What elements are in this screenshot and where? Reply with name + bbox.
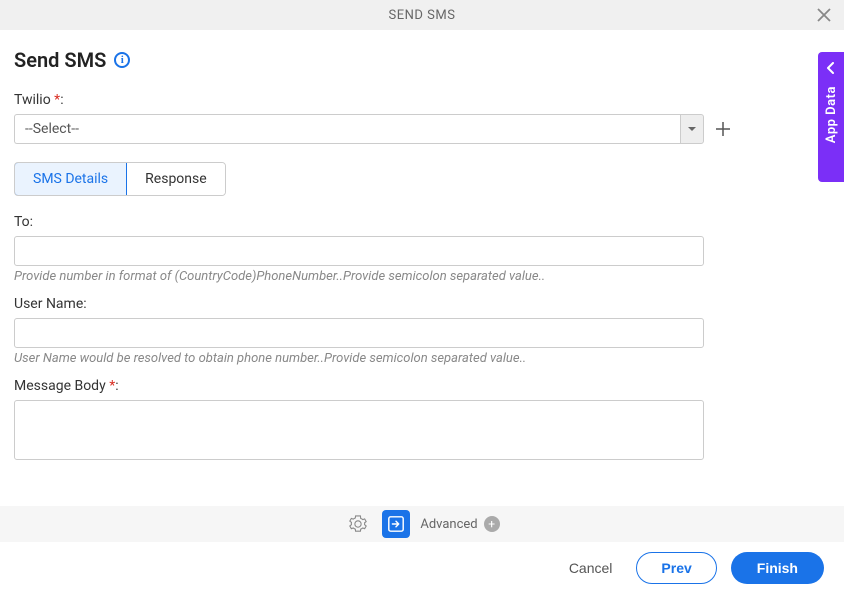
to-group: To: Provide number in format of (Country… bbox=[14, 214, 830, 284]
toolbar-footer: Advanced + bbox=[0, 506, 844, 542]
dialog-header: SEND SMS bbox=[0, 0, 844, 30]
tabs: SMS Details Response bbox=[14, 162, 226, 196]
advanced-toggle[interactable]: Advanced + bbox=[420, 516, 499, 532]
to-input[interactable] bbox=[14, 236, 704, 266]
message-body-group: Message Body *: bbox=[14, 378, 830, 464]
settings-button[interactable] bbox=[344, 510, 372, 538]
plus-icon bbox=[716, 122, 730, 136]
page-title: Send SMS bbox=[14, 48, 106, 72]
side-panel-label: App Data bbox=[824, 86, 839, 143]
required-marker: * bbox=[54, 92, 60, 108]
twilio-select[interactable]: --Select-- bbox=[14, 114, 704, 144]
close-button[interactable] bbox=[816, 7, 832, 23]
button-footer: Cancel Prev Finish bbox=[0, 542, 844, 594]
gear-icon bbox=[349, 515, 367, 533]
twilio-select-row: --Select-- bbox=[14, 114, 830, 144]
prev-button[interactable]: Prev bbox=[636, 552, 716, 584]
chevron-left-icon bbox=[825, 62, 837, 74]
to-helper: Provide number in format of (CountryCode… bbox=[14, 269, 830, 284]
to-label: To: bbox=[14, 214, 830, 230]
required-marker: * bbox=[109, 378, 115, 394]
username-input[interactable] bbox=[14, 318, 704, 348]
twilio-label: Twilio *: bbox=[14, 92, 830, 108]
chevron-down-icon bbox=[688, 125, 696, 133]
twilio-group: Twilio *: --Select-- bbox=[14, 92, 830, 144]
output-mapping-button[interactable] bbox=[382, 510, 410, 538]
advanced-label: Advanced bbox=[420, 517, 477, 532]
dialog-title: SEND SMS bbox=[389, 8, 456, 23]
close-icon bbox=[817, 8, 831, 22]
username-helper: User Name would be resolved to obtain ph… bbox=[14, 351, 830, 366]
message-body-input[interactable] bbox=[14, 400, 704, 460]
cancel-button[interactable]: Cancel bbox=[559, 554, 623, 582]
add-twilio-button[interactable] bbox=[714, 120, 732, 138]
side-panel-tab[interactable]: App Data bbox=[818, 52, 844, 182]
arrow-box-icon bbox=[387, 515, 405, 533]
tab-sms-details[interactable]: SMS Details bbox=[14, 162, 127, 196]
finish-button[interactable]: Finish bbox=[731, 552, 824, 584]
info-icon[interactable]: i bbox=[114, 52, 130, 68]
tab-response[interactable]: Response bbox=[126, 163, 225, 195]
twilio-select-value: --Select-- bbox=[14, 114, 680, 144]
message-body-label: Message Body *: bbox=[14, 378, 830, 394]
username-label: User Name: bbox=[14, 296, 830, 312]
twilio-select-caret[interactable] bbox=[680, 114, 704, 144]
page-title-row: Send SMS i bbox=[14, 48, 830, 72]
main-content: Send SMS i Twilio *: --Select-- SMS Deta… bbox=[0, 30, 844, 464]
plus-circle-icon: + bbox=[484, 516, 500, 532]
username-group: User Name: User Name would be resolved t… bbox=[14, 296, 830, 366]
